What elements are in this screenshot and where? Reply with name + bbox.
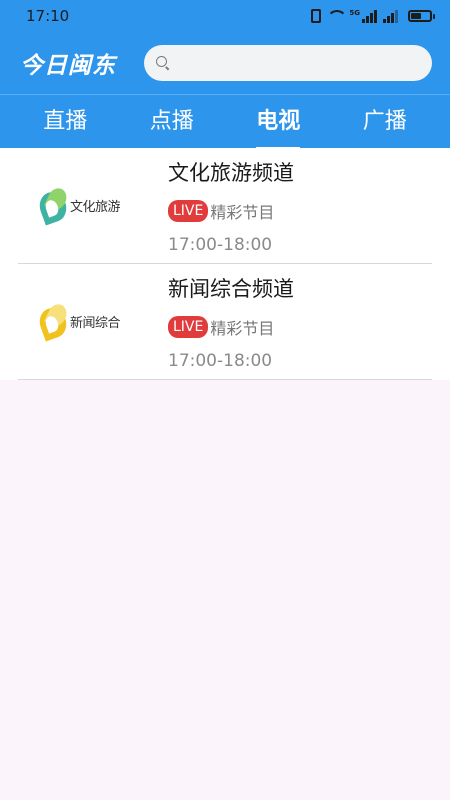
live-badge: LIVE (168, 199, 209, 222)
tab-tv[interactable]: 电视 (228, 95, 328, 149)
channel-name: 文化旅游频道 (168, 160, 294, 185)
channel-logo: 新闻综合 (18, 264, 168, 379)
leaf-logo-icon (34, 300, 74, 342)
logo-label: 文化旅游 (70, 200, 121, 215)
program-label: 精彩节目 (210, 318, 275, 338)
tab-radio-label: 广播 (362, 108, 407, 134)
time-range: 17:00-18:00 (168, 234, 273, 255)
signal-icon (362, 9, 377, 23)
vibrate-icon (311, 9, 322, 23)
time-range: 17:00-18:00 (168, 350, 273, 371)
signal-icon-2 (383, 9, 398, 23)
tab-vod-label: 点播 (149, 108, 194, 134)
search-input[interactable] (178, 54, 420, 72)
status-icons: 5G (311, 9, 435, 23)
status-time: 17:10 (26, 7, 70, 25)
search-icon (156, 56, 170, 70)
wifi-icon (327, 10, 348, 22)
network-type: 5G (349, 9, 360, 17)
logo-label: 新闻综合 (70, 316, 121, 331)
tab-radio[interactable]: 广播 (335, 95, 435, 149)
tab-bar: 直播 点播 电视 广播 (0, 94, 450, 149)
app-logo: 今日闽东 (20, 53, 116, 79)
channel-name: 新闻综合频道 (168, 276, 294, 301)
tab-live-label: 直播 (43, 108, 88, 134)
program-label: 精彩节目 (210, 202, 275, 222)
app-header: 今日闽东 (0, 32, 450, 94)
channel-item[interactable]: 新闻综合 新闻综合频道 LIVE 精彩节目 17:00-18:00 (18, 264, 432, 380)
channel-logo: 文化旅游 (18, 148, 168, 263)
status-bar: 17:10 5G (0, 0, 450, 32)
leaf-logo-icon (34, 184, 74, 226)
tab-tv-label: 电视 (256, 108, 301, 134)
channel-item[interactable]: 文化旅游 文化旅游频道 LIVE 精彩节目 17:00-18:00 (18, 148, 432, 264)
live-badge: LIVE (168, 315, 209, 338)
channel-list: 文化旅游 文化旅游频道 LIVE 精彩节目 17:00-18:00 新闻综合 新… (0, 148, 450, 380)
tab-live[interactable]: 直播 (15, 95, 115, 149)
search-box[interactable] (144, 45, 432, 81)
battery-icon (408, 10, 435, 22)
tab-vod[interactable]: 点播 (122, 95, 222, 149)
